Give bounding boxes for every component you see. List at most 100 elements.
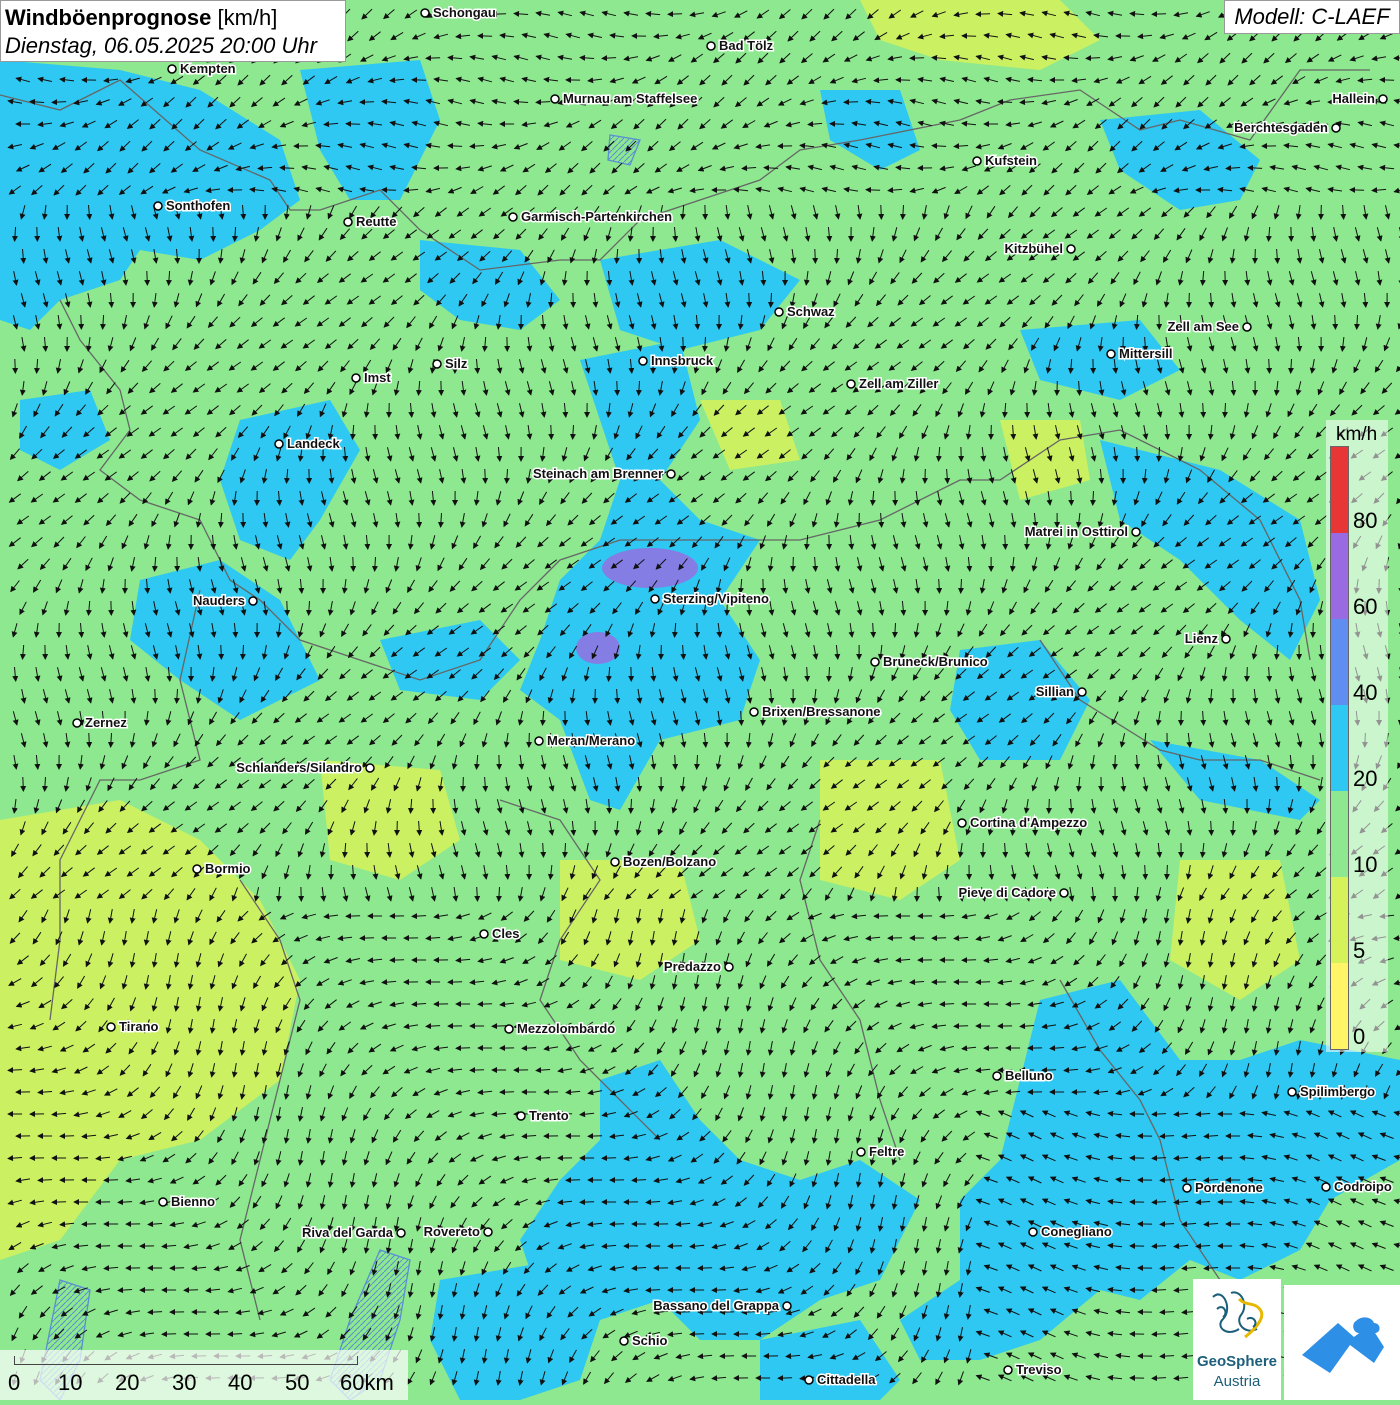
wind-arrow — [221, 645, 222, 659]
wind-arrow — [1313, 623, 1314, 637]
city-label: Pordenone — [1195, 1180, 1263, 1195]
wind-arrow — [566, 1180, 580, 1181]
city-bozen-bolzano: Bozen/Bolzano — [611, 854, 716, 869]
city-label: Schio — [632, 1333, 667, 1348]
wind-arrow — [104, 1180, 118, 1181]
wind-arrow — [1152, 14, 1166, 15]
city-label: Kufstein — [985, 153, 1037, 168]
wind-arrow — [1181, 711, 1182, 725]
wind-gust-map[interactable]: SchongauBad TölzKemptenMurnau am Staffel… — [0, 0, 1400, 1400]
wind-arrow — [82, 1224, 96, 1225]
city-innsbruck: Innsbruck — [639, 353, 714, 368]
legend-unit: km/h — [1336, 424, 1377, 446]
city-marker-icon — [352, 374, 360, 382]
city-marker-icon — [750, 708, 758, 716]
city-marker-icon — [480, 930, 488, 938]
city-label: Bruneck/Brunico — [883, 654, 988, 669]
city-cortina-d-ampezzo: Cortina d'Ampezzo — [958, 815, 1087, 830]
city-label: Schlanders/Silandro — [236, 760, 362, 775]
city-label: Mezzolombardo — [517, 1021, 615, 1036]
city-marker-icon — [775, 308, 783, 316]
logo-sub: Austria — [1193, 1373, 1281, 1390]
wind-arrow — [419, 513, 420, 527]
city-label: Brixen/Bressanone — [762, 704, 881, 719]
city-marker-icon — [1183, 1184, 1191, 1192]
wind-arrow — [1247, 667, 1248, 681]
city-marker-icon — [973, 157, 981, 165]
wind-arrow — [588, 1136, 602, 1137]
wind-arrow — [162, 1334, 176, 1335]
legend-tick-20: 20 — [1353, 766, 1377, 792]
wind-arrow — [456, 1048, 470, 1049]
wind-arrow — [15, 359, 16, 373]
city-label: Treviso — [1016, 1362, 1062, 1377]
city-berchtesgaden: Berchtesgaden — [1234, 120, 1340, 135]
city-label: Imst — [364, 370, 391, 385]
city-marker-icon — [620, 1337, 628, 1345]
city-label: Meran/Merano — [547, 733, 635, 748]
wind-arrow — [89, 733, 90, 747]
city-marker-icon — [249, 597, 257, 605]
city-label: Zernez — [85, 715, 127, 730]
city-marker-icon — [611, 858, 619, 866]
wind-arrow — [287, 601, 288, 615]
city-marker-icon — [535, 737, 543, 745]
wind-arrow — [749, 293, 750, 307]
wind-arrow — [976, 982, 990, 983]
geosphere-logo[interactable]: GeoSphere Austria — [1193, 1279, 1281, 1400]
wind-arrow — [1049, 799, 1050, 813]
legend-tick-0: 0 — [1353, 1024, 1365, 1050]
city-riva-del-garda: Riva del Garda — [302, 1225, 405, 1240]
wind-arrow — [580, 1202, 594, 1203]
scale-label-50: 50 — [285, 1370, 309, 1396]
city-marker-icon — [958, 819, 966, 827]
wind-arrow — [52, 1202, 66, 1203]
legend-seg-10-20 — [1331, 791, 1348, 877]
city-bassano-del-grappa: Bassano del Grappa — [653, 1298, 791, 1313]
city-label: Bozen/Bolzano — [623, 854, 716, 869]
city-label: Steinach am Brenner — [533, 466, 663, 481]
scale-label-30: 30 — [172, 1370, 196, 1396]
city-label: Predazzo — [664, 959, 721, 974]
city-label: Codroipo — [1334, 1179, 1392, 1194]
app-logo[interactable] — [1284, 1285, 1400, 1400]
city-marker-icon — [847, 380, 855, 388]
city-marker-icon — [484, 1228, 492, 1236]
city-murnau-am-staffelsee: Murnau am Staffelsee — [551, 91, 697, 106]
wind-arrow — [1167, 865, 1168, 879]
city-marker-icon — [344, 218, 352, 226]
wind-arrow — [346, 916, 360, 917]
wind-arrow — [155, 689, 156, 703]
wind-arrow — [1233, 821, 1234, 835]
city-zell-am-ziller: Zell am Ziller — [847, 376, 938, 391]
city-label: Sonthofen — [166, 198, 230, 213]
city-marker-icon — [397, 1229, 405, 1237]
city-label: Trento — [529, 1108, 569, 1123]
city-marker-icon — [783, 1302, 791, 1310]
city-marker-icon — [159, 1198, 167, 1206]
city-label: Garmisch-Partenkirchen — [521, 209, 672, 224]
wind-arrow — [712, 1290, 726, 1291]
wind-arrow — [485, 469, 486, 483]
city-marker-icon — [366, 764, 374, 772]
city-label: Feltre — [869, 1144, 904, 1159]
city-schongau: Schongau — [421, 5, 496, 20]
city-marker-icon — [154, 202, 162, 210]
city-marker-icon — [725, 963, 733, 971]
wind-arrow — [478, 1004, 492, 1005]
city-zell-am-see: Zell am See — [1167, 319, 1251, 334]
wind-arrow — [346, 124, 360, 125]
city-sterzing-vipiteno: Sterzing/Vipiteno — [651, 591, 769, 606]
map-title: Windböenprognose — [5, 5, 211, 30]
legend-seg-0-5 — [1331, 963, 1348, 1049]
wind-arrow — [551, 425, 552, 439]
wind-arrow — [881, 205, 882, 219]
legend-colorbar — [1330, 446, 1349, 1050]
city-label: Lienz — [1185, 631, 1219, 646]
city-marker-icon — [433, 360, 441, 368]
wind-arrow — [470, 1070, 484, 1071]
legend-seg-40-60 — [1331, 619, 1348, 705]
legend-seg-above-80 — [1331, 447, 1348, 533]
city-bruneck-brunico: Bruneck/Brunico — [871, 654, 988, 669]
city-mezzolombardo: Mezzolombardo — [505, 1021, 615, 1036]
